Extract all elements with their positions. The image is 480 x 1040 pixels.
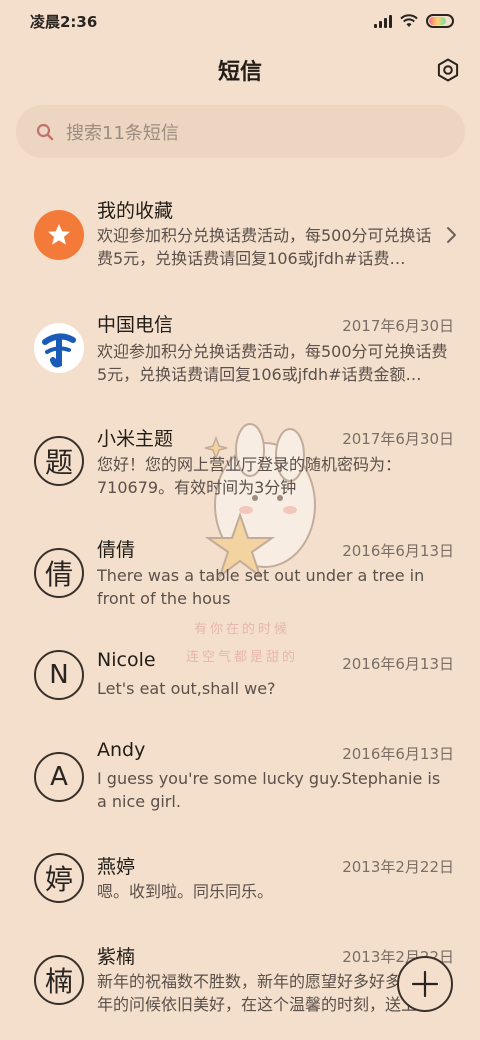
conversation-date: 2013年2月22日 <box>342 858 454 876</box>
conversation-name: 中国电信 <box>97 314 174 336</box>
page-title: 短信 <box>217 60 262 85</box>
gear-icon <box>437 58 459 82</box>
battery-icon <box>426 14 454 28</box>
settings-button[interactable] <box>434 56 462 84</box>
conversation-preview: 新年的祝福数不胜数，新年的愿望好多好多，新年的问候依旧美好，在这个温馨的时刻，送… <box>97 972 434 1014</box>
conversation-preview: 欢迎参加积分兑换话费活动，每500分可兑换话费5元，兑换话费请回复106或jfd… <box>97 342 448 384</box>
status-bar: 凌晨2:36 <box>0 0 480 42</box>
plus-icon <box>411 970 439 998</box>
contact-avatar: 倩 <box>34 548 84 598</box>
list-item[interactable]: 我的收藏 欢迎参加积分兑换话费活动，每500分可兑换话费5元，兑换话费请回复10… <box>0 190 480 290</box>
list-item[interactable]: 倩 倩倩 2016年6月13日 There was a table set ou… <box>0 533 480 633</box>
list-item[interactable]: 中国电信 2017年6月30日 欢迎参加积分兑换话费活动，每500分可兑换话费5… <box>0 305 480 405</box>
conversation-preview: There was a table set out under a tree i… <box>97 566 425 608</box>
search-bar[interactable]: 搜索11条短信 <box>16 105 465 158</box>
favorites-avatar <box>34 210 84 260</box>
list-item[interactable]: A Andy 2016年6月13日 I guess you're some lu… <box>0 737 480 837</box>
conversation-preview: 您好！您的网上营业厅登录的随机密码为：710679。有效时间为3分钟 <box>97 455 402 497</box>
contact-avatar: 婷 <box>34 853 84 903</box>
conversation-date: 2016年6月13日 <box>342 655 454 673</box>
conversation-name: Andy <box>97 739 146 761</box>
conversation-date: 2016年6月13日 <box>342 542 454 560</box>
conversation-preview: 嗯。收到啦。同乐同乐。 <box>97 882 274 901</box>
contact-avatar: N <box>34 650 84 700</box>
conversation-name: 燕婷 <box>97 856 136 878</box>
conversation-name: 我的收藏 <box>97 200 174 222</box>
conversation-preview: Let's eat out,shall we? <box>97 679 276 698</box>
status-icons <box>374 14 454 28</box>
china-telecom-logo-icon <box>36 325 82 371</box>
conversation-name: Nicole <box>97 649 156 671</box>
chevron-right-icon <box>447 227 456 243</box>
new-message-button[interactable] <box>397 956 453 1012</box>
wifi-icon <box>400 14 418 27</box>
star-icon <box>48 224 70 245</box>
list-item[interactable]: 题 小米主题 2017年6月30日 您好！您的网上营业厅登录的随机密码为：710… <box>0 420 480 520</box>
contact-avatar: 楠 <box>34 955 84 1005</box>
app-header: 短信 <box>0 48 480 92</box>
list-item[interactable]: 婷 燕婷 2013年2月22日 嗯。收到啦。同乐同乐。 <box>0 850 480 930</box>
status-time: 凌晨2:36 <box>30 12 98 31</box>
battery-level <box>429 17 446 25</box>
conversation-date: 2017年6月30日 <box>342 430 454 448</box>
contact-avatar: A <box>34 752 84 802</box>
list-item[interactable]: N Nicole 2016年6月13日 Let's eat out,shall … <box>0 647 480 727</box>
search-icon <box>36 123 54 141</box>
signal-icon <box>374 14 392 28</box>
conversation-name: 倩倩 <box>97 539 136 561</box>
conversation-name: 紫楠 <box>97 946 136 968</box>
conversation-date: 2017年6月30日 <box>342 317 454 335</box>
contact-avatar: 题 <box>34 436 84 486</box>
conversation-name: 小米主题 <box>97 428 174 450</box>
china-telecom-avatar <box>34 323 84 373</box>
search-input[interactable]: 搜索11条短信 <box>66 119 179 145</box>
conversation-date: 2016年6月13日 <box>342 745 454 763</box>
conversation-preview: 欢迎参加积分兑换话费活动，每500分可兑换话费5元，兑换话费请回复106或jfd… <box>97 226 432 268</box>
conversation-preview: I guess you're some lucky guy.Stephanie … <box>97 769 441 811</box>
